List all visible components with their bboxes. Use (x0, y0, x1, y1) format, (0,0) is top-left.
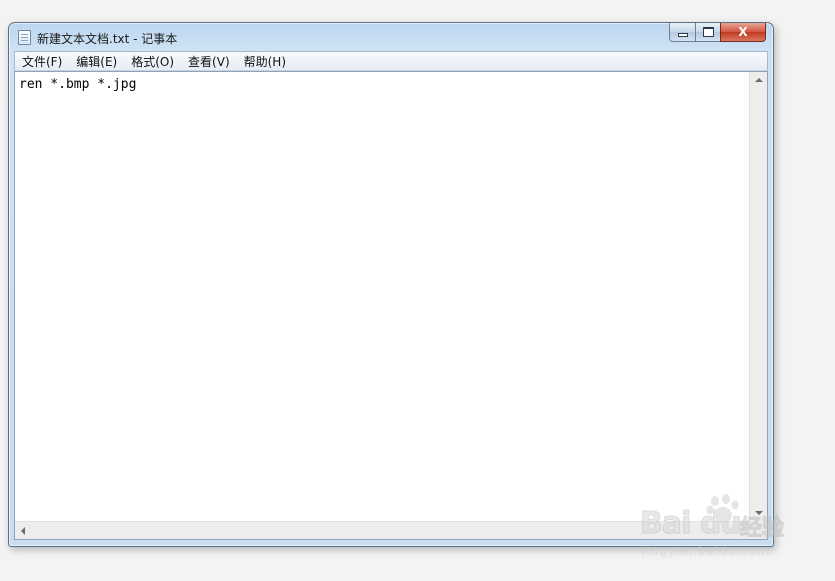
menu-view[interactable]: 查看(V) (181, 53, 237, 70)
menu-bar: 文件(F) 编辑(E) 格式(O) 查看(V) 帮助(H) (14, 51, 768, 71)
scrollbar-corner (749, 521, 767, 539)
menu-file[interactable]: 文件(F) (15, 53, 69, 70)
menu-edit[interactable]: 编辑(E) (69, 53, 124, 70)
vertical-scrollbar[interactable] (749, 72, 767, 521)
close-button[interactable]: X (720, 23, 766, 42)
scroll-up-arrow-icon[interactable] (755, 78, 763, 82)
title-bar[interactable]: 新建文本文档.txt - 记事本 X (9, 23, 773, 51)
scroll-left-arrow-icon[interactable] (21, 527, 25, 535)
scroll-down-arrow-icon[interactable] (755, 511, 763, 515)
menu-help[interactable]: 帮助(H) (237, 53, 293, 70)
text-editor[interactable]: ren *.bmp *.jpg (15, 72, 749, 521)
caption-buttons: X (669, 23, 766, 42)
maximize-button[interactable] (695, 23, 720, 42)
window-title: 新建文本文档.txt - 记事本 (37, 32, 178, 46)
minimize-button[interactable] (669, 23, 695, 42)
horizontal-scrollbar[interactable] (15, 521, 749, 539)
editor-client-area: ren *.bmp *.jpg (14, 71, 768, 540)
maximize-icon (702, 27, 714, 37)
minimize-icon (677, 33, 688, 37)
close-icon: X (738, 25, 748, 39)
menu-format[interactable]: 格式(O) (124, 53, 181, 70)
notepad-window: 新建文本文档.txt - 记事本 X 文件(F) 编辑(E) 格式(O) 查看(… (8, 22, 774, 547)
notepad-icon[interactable] (18, 30, 31, 45)
